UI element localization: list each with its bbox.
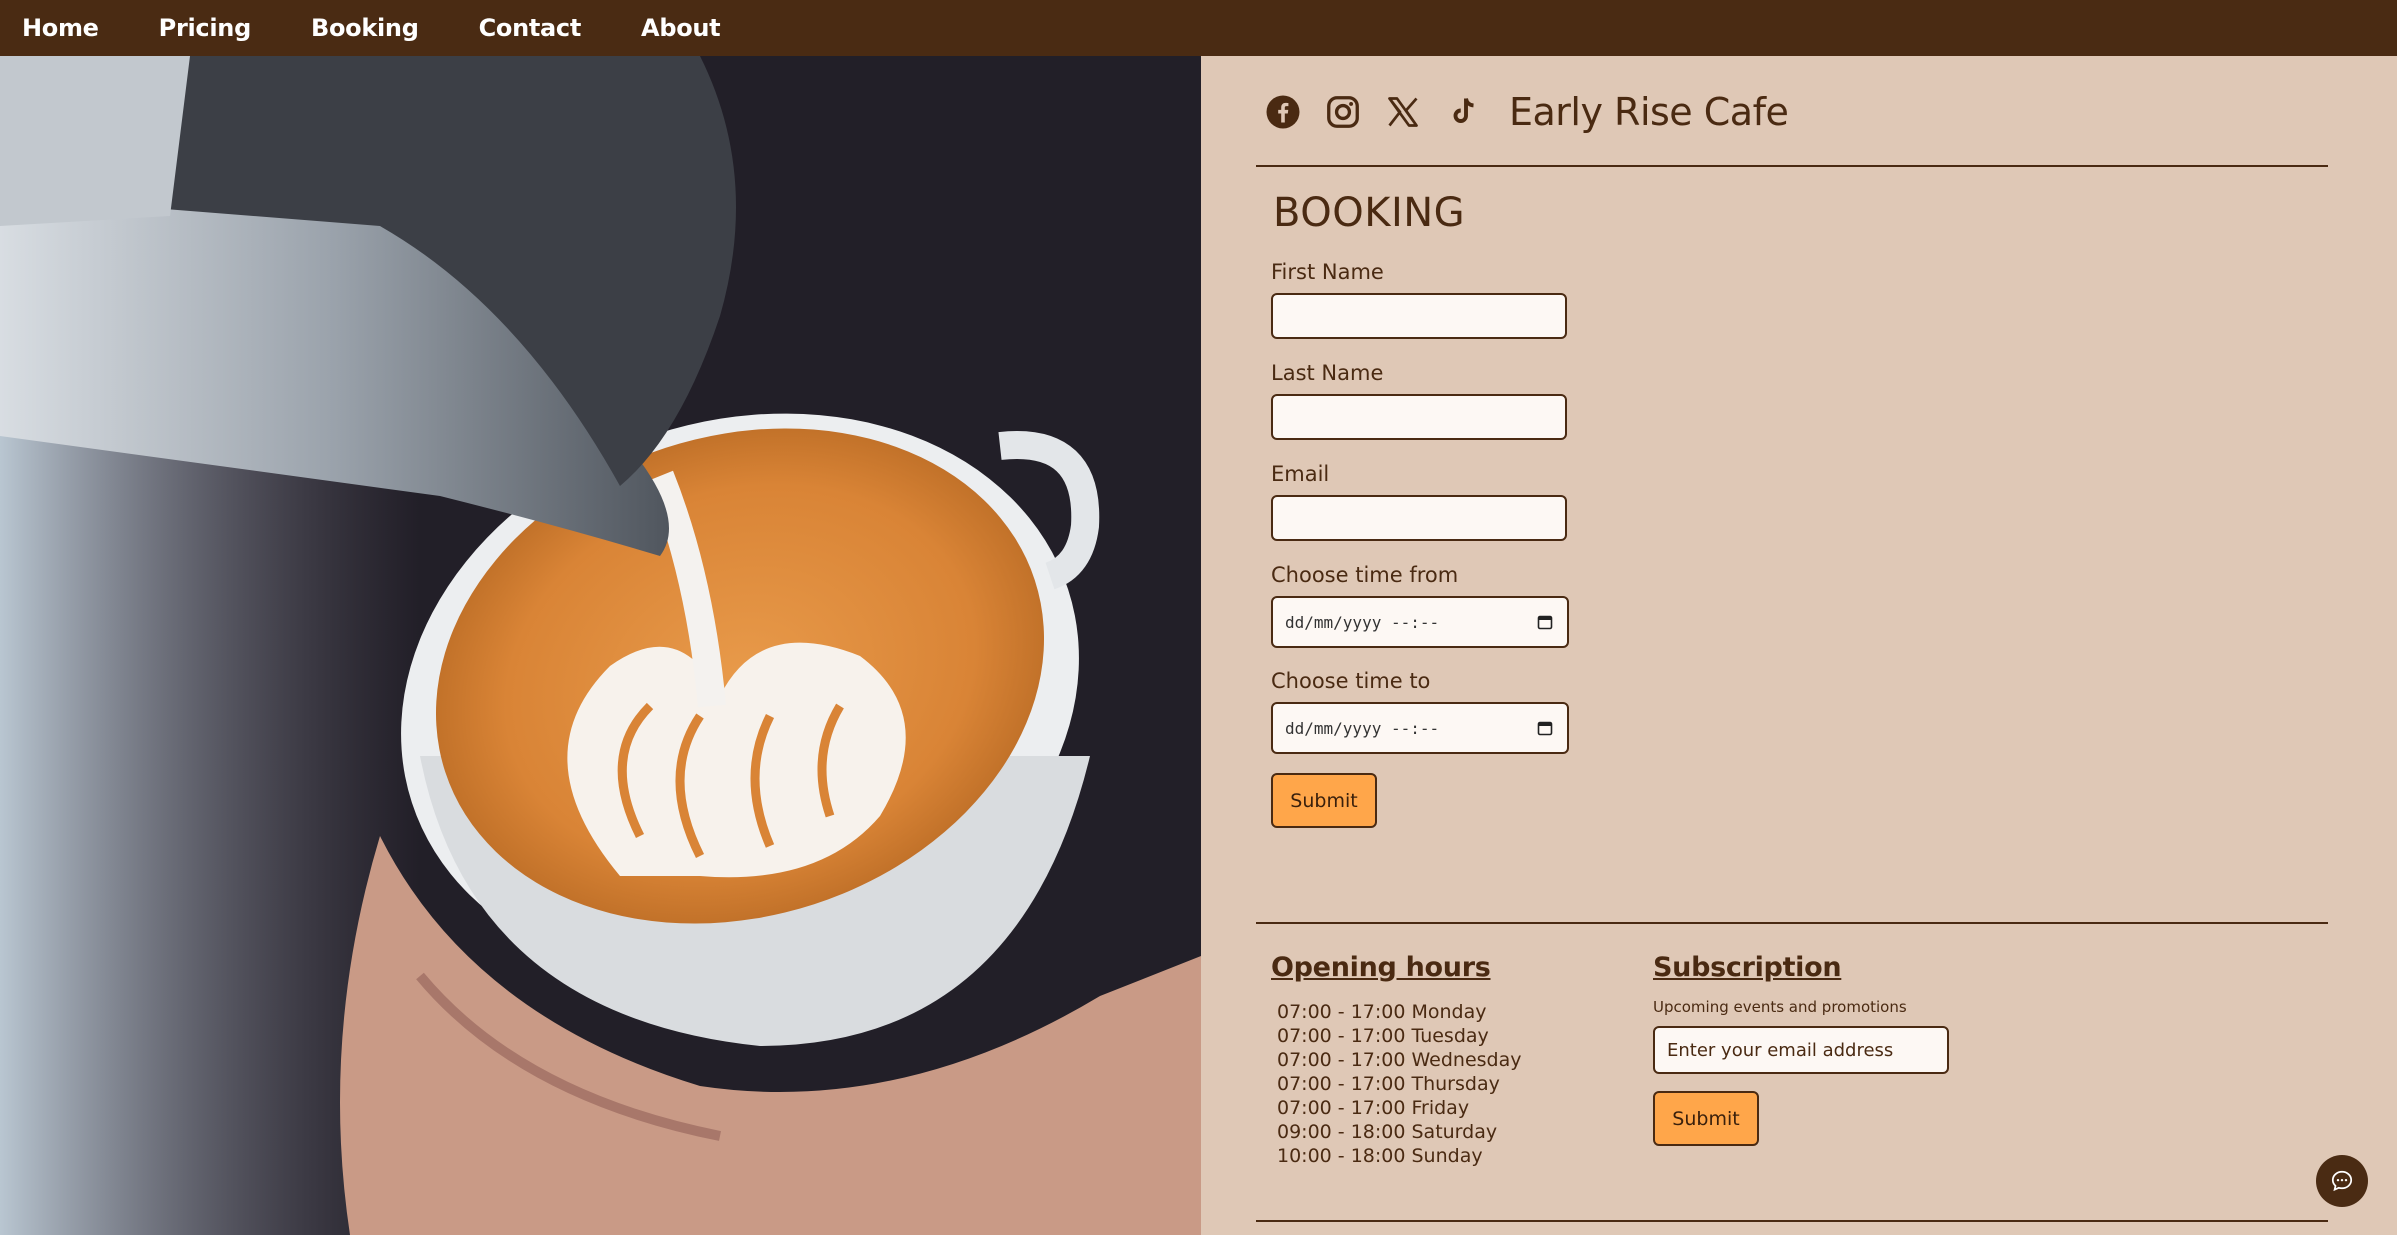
subscription-text: Upcoming events and promotions xyxy=(1653,998,1907,1016)
subscription-title: Subscription xyxy=(1653,952,1842,983)
time-from-input[interactable]: dd/mm/yyyy --:-- xyxy=(1271,596,1569,648)
brand-name: Early Rise Cafe xyxy=(1509,90,1789,134)
calendar-icon[interactable] xyxy=(1537,720,1553,736)
time-to-value: dd/mm/yyyy --:-- xyxy=(1285,718,1440,738)
brand-header: Early Rise Cafe xyxy=(1265,90,1789,134)
first-name-input[interactable] xyxy=(1271,293,1567,339)
chat-icon xyxy=(2331,1170,2353,1192)
time-to-input[interactable]: dd/mm/yyyy --:-- xyxy=(1271,702,1569,754)
booking-title: BOOKING xyxy=(1273,190,1466,236)
first-name-label: First Name xyxy=(1271,260,1384,284)
opening-hours-title: Opening hours xyxy=(1271,952,1491,983)
hero-latte-image xyxy=(0,56,1201,1235)
nav-pricing[interactable]: Pricing xyxy=(159,14,252,42)
content-panel: Early Rise Cafe BOOKING First Name Last … xyxy=(1201,56,2397,1235)
email-label: Email xyxy=(1271,462,1330,486)
x-icon[interactable] xyxy=(1385,94,1421,130)
subscription-submit-button[interactable]: Submit xyxy=(1653,1091,1759,1146)
subscription-email-input[interactable]: Enter your email address xyxy=(1653,1026,1949,1074)
hours-item: 07:00 - 17:00 Thursday xyxy=(1277,1073,1500,1095)
nav-about[interactable]: About xyxy=(641,14,721,42)
chat-button[interactable] xyxy=(2316,1155,2368,1207)
divider xyxy=(1256,922,2328,924)
email-input[interactable] xyxy=(1271,495,1567,541)
time-from-label: Choose time from xyxy=(1271,563,1459,587)
hours-item: 07:00 - 17:00 Tuesday xyxy=(1277,1025,1489,1047)
nav-booking[interactable]: Booking xyxy=(311,14,419,42)
hours-item: 09:00 - 18:00 Saturday xyxy=(1277,1121,1498,1143)
instagram-icon[interactable] xyxy=(1325,94,1361,130)
top-nav: Home Pricing Booking Contact About xyxy=(0,0,2397,56)
divider xyxy=(1256,1220,2328,1222)
divider xyxy=(1256,165,2328,167)
last-name-label: Last Name xyxy=(1271,361,1384,385)
facebook-icon[interactable] xyxy=(1265,94,1301,130)
calendar-icon[interactable] xyxy=(1537,614,1553,630)
hours-item: 07:00 - 17:00 Friday xyxy=(1277,1097,1470,1119)
last-name-input[interactable] xyxy=(1271,394,1567,440)
hours-item: 07:00 - 17:00 Monday xyxy=(1277,1001,1487,1023)
nav-home[interactable]: Home xyxy=(22,14,99,42)
tiktok-icon[interactable] xyxy=(1445,94,1481,130)
hours-item: 10:00 - 18:00 Sunday xyxy=(1277,1145,1483,1167)
hours-item: 07:00 - 17:00 Wednesday xyxy=(1277,1049,1522,1071)
time-from-value: dd/mm/yyyy --:-- xyxy=(1285,612,1440,632)
time-to-label: Choose time to xyxy=(1271,669,1431,693)
opening-hours-list: 07:00 - 17:00 Monday 07:00 - 17:00 Tuesd… xyxy=(1277,1000,1522,1168)
nav-contact[interactable]: Contact xyxy=(479,14,582,42)
booking-submit-button[interactable]: Submit xyxy=(1271,773,1377,828)
